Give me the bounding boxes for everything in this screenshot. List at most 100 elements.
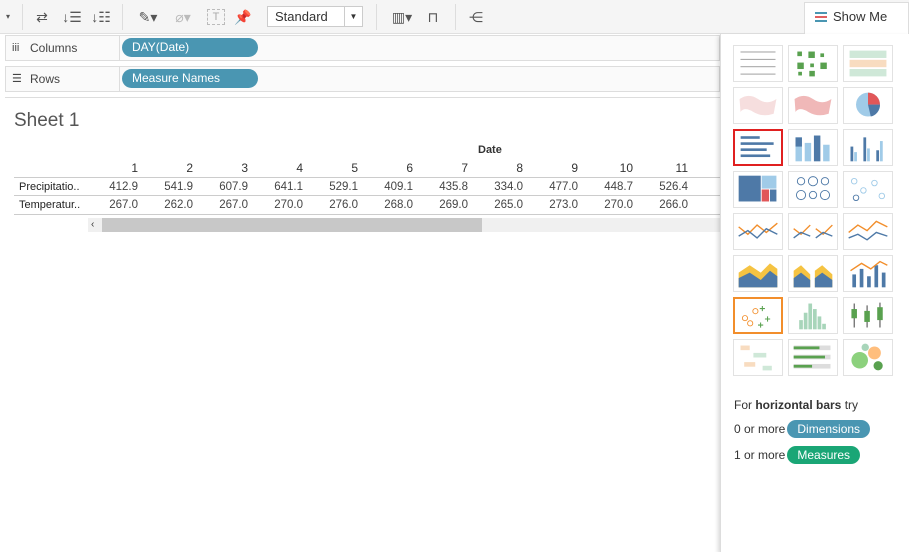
chart-type-area-discrete[interactable] xyxy=(788,255,838,292)
table-cell[interactable]: 448.7 xyxy=(583,181,633,193)
scrollbar-thumb[interactable] xyxy=(102,218,482,232)
chart-type-symbol-map[interactable] xyxy=(733,87,783,124)
fit-value: Standard xyxy=(275,9,328,24)
dual-lines-icon xyxy=(848,220,888,241)
table-row: Precipitatio.. 412.9 541.9 607.9 641.1 529.1 4… xyxy=(14,177,720,196)
column-header[interactable]: 6 xyxy=(373,161,413,175)
column-header[interactable]: 10 xyxy=(593,161,633,175)
side-by-side-circles-icon xyxy=(850,177,886,202)
show-me-button[interactable]: Show Me xyxy=(804,2,909,34)
scroll-left-icon[interactable]: ‹ xyxy=(91,218,94,232)
chart-type-scatter-plot[interactable] xyxy=(733,297,783,334)
table-cell[interactable]: 412.9 xyxy=(88,181,138,193)
chart-type-lines-discrete[interactable] xyxy=(788,213,838,250)
column-header[interactable]: 9 xyxy=(538,161,578,175)
show-me-label: Show Me xyxy=(833,9,888,24)
chart-type-lines-continuous[interactable] xyxy=(733,213,783,250)
column-header[interactable]: 4 xyxy=(263,161,303,175)
divider xyxy=(376,4,377,30)
chart-type-area-continuous[interactable] xyxy=(733,255,783,292)
table-cell[interactable]: 267.0 xyxy=(88,199,138,211)
table-cell[interactable]: 267.0 xyxy=(198,199,248,211)
chart-type-dual-combination[interactable] xyxy=(843,255,893,292)
day-date-pill[interactable]: DAY(Date) xyxy=(122,38,258,57)
table-cell[interactable]: 266.0 xyxy=(638,199,688,211)
area-discrete-icon xyxy=(793,265,833,288)
column-header[interactable]: 8 xyxy=(483,161,523,175)
column-header[interactable]: 2 xyxy=(153,161,193,175)
fit-select[interactable]: Standard ▼ xyxy=(267,6,363,27)
rows-shelf[interactable]: ☰ Rows Measure Names xyxy=(5,66,720,92)
sort-ascending-icon[interactable]: ↓☰ xyxy=(62,7,82,27)
table-cell[interactable]: 526.4 xyxy=(638,181,688,193)
column-header[interactable]: 7 xyxy=(428,161,468,175)
table-cell[interactable]: 265.0 xyxy=(473,199,523,211)
pin-icon[interactable]: 📌 xyxy=(234,7,252,27)
area-continuous-icon xyxy=(738,263,778,288)
chart-type-filled-map[interactable] xyxy=(788,87,838,124)
chart-type-horizontal-bars[interactable] xyxy=(733,129,783,166)
table-cell[interactable]: 269.0 xyxy=(418,199,468,211)
chart-type-text-table[interactable] xyxy=(733,45,783,82)
rows-label: ☰ Rows xyxy=(6,67,120,91)
table-cell[interactable]: 270.0 xyxy=(583,199,633,211)
dimensions-requirement: 0 or more Dimensions xyxy=(734,420,871,438)
table-cell[interactable]: 334.0 xyxy=(473,181,523,193)
horizontal-bars-icon xyxy=(740,136,774,158)
table-cell[interactable]: 529.1 xyxy=(308,181,358,193)
chart-type-box-and-whisker[interactable] xyxy=(843,297,893,334)
table-cell[interactable]: 276.0 xyxy=(308,199,358,211)
dual-combination-icon xyxy=(850,260,888,288)
table-row: Temperatur.. 267.0 262.0 267.0 270.0 276.0 268… xyxy=(14,196,720,215)
measure-names-pill[interactable]: Measure Names xyxy=(122,69,258,88)
table-cell[interactable]: 607.9 xyxy=(198,181,248,193)
presentation-icon[interactable]: ⊓ xyxy=(423,7,443,27)
table-cell[interactable]: 268.0 xyxy=(363,199,413,211)
date-header[interactable]: Date xyxy=(478,144,502,156)
chart-type-pie[interactable] xyxy=(843,87,893,124)
sort-descending-icon[interactable]: ↓☷ xyxy=(91,7,111,27)
column-header[interactable]: 3 xyxy=(208,161,248,175)
share-icon[interactable]: ⋲ xyxy=(466,7,486,27)
horizontal-scrollbar[interactable]: ‹ xyxy=(88,218,720,232)
swap-rows-columns-icon[interactable]: ⇄ xyxy=(32,7,52,27)
chart-type-bullet-graph[interactable] xyxy=(788,339,838,376)
table-cell[interactable]: 477.0 xyxy=(528,181,578,193)
columns-shelf[interactable]: iii Columns DAY(Date) xyxy=(5,35,720,61)
row-label[interactable]: Precipitatio.. xyxy=(19,181,80,193)
table-cell[interactable]: 541.9 xyxy=(143,181,193,193)
column-header[interactable]: 1 xyxy=(98,161,138,175)
chart-type-heat-map[interactable] xyxy=(788,45,838,82)
symbol-map-icon xyxy=(739,95,777,116)
chart-type-highlight-table[interactable] xyxy=(843,45,893,82)
table-cell[interactable]: 270.0 xyxy=(253,199,303,211)
column-header[interactable]: 5 xyxy=(318,161,358,175)
table-cell[interactable]: 435.8 xyxy=(418,181,468,193)
dimensions-badge: Dimensions xyxy=(787,420,871,438)
highlight-table-icon xyxy=(849,50,887,77)
treemap-icon xyxy=(738,175,777,202)
dropdown-arrow-icon[interactable]: ▾ xyxy=(2,7,14,27)
chart-type-treemap[interactable] xyxy=(733,171,783,208)
table-cell[interactable]: 641.1 xyxy=(253,181,303,193)
column-header[interactable]: 11 xyxy=(648,161,688,175)
highlight-icon[interactable]: ✎▾ xyxy=(134,7,162,27)
chart-type-side-by-side-bars[interactable] xyxy=(843,129,893,166)
row-label[interactable]: Temperatur.. xyxy=(19,199,80,211)
chart-type-circle-views[interactable] xyxy=(788,171,838,208)
packed-bubbles-icon xyxy=(851,343,883,371)
chart-type-side-by-side-circles[interactable] xyxy=(843,171,893,208)
table-cell[interactable]: 409.1 xyxy=(363,181,413,193)
chart-type-packed-bubbles[interactable] xyxy=(843,339,893,376)
chart-type-stacked-bars[interactable] xyxy=(788,129,838,166)
columns-icon: iii xyxy=(12,42,20,54)
show-cards-icon[interactable]: ▥▾ xyxy=(386,7,418,27)
chart-type-dual-lines[interactable] xyxy=(843,213,893,250)
stacked-bars-icon xyxy=(795,135,830,162)
table-cell[interactable]: 273.0 xyxy=(528,199,578,211)
table-cell[interactable]: 262.0 xyxy=(143,199,193,211)
sheet-title[interactable]: Sheet 1 xyxy=(14,110,80,132)
chart-type-histogram[interactable] xyxy=(788,297,838,334)
show-me-panel: For horizontal bars try 0 or more Dimensi… xyxy=(720,34,909,552)
chart-type-gantt[interactable] xyxy=(733,339,783,376)
